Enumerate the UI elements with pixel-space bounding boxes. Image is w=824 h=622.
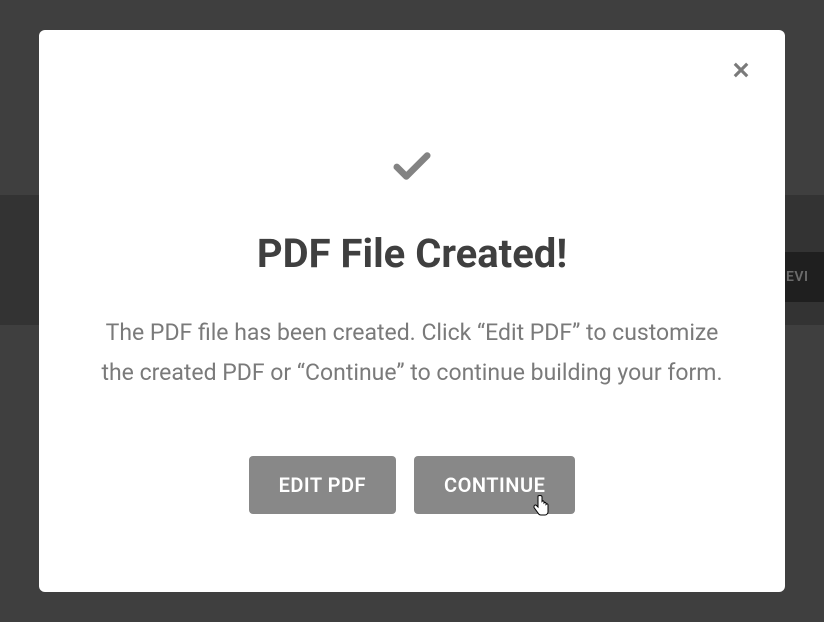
close-icon bbox=[730, 59, 752, 85]
close-button[interactable] bbox=[727, 58, 755, 86]
pdf-created-modal: PDF File Created! The PDF file has been … bbox=[39, 30, 785, 592]
edit-pdf-button[interactable]: EDIT PDF bbox=[249, 456, 396, 514]
modal-button-row: EDIT PDF CONTINUE bbox=[249, 456, 576, 514]
modal-title: PDF File Created! bbox=[257, 230, 567, 277]
background-preview-fragment: EVI bbox=[780, 252, 824, 302]
check-icon bbox=[393, 150, 431, 182]
modal-description: The PDF file has been created. Click “Ed… bbox=[92, 313, 732, 394]
continue-button[interactable]: CONTINUE bbox=[414, 456, 575, 514]
